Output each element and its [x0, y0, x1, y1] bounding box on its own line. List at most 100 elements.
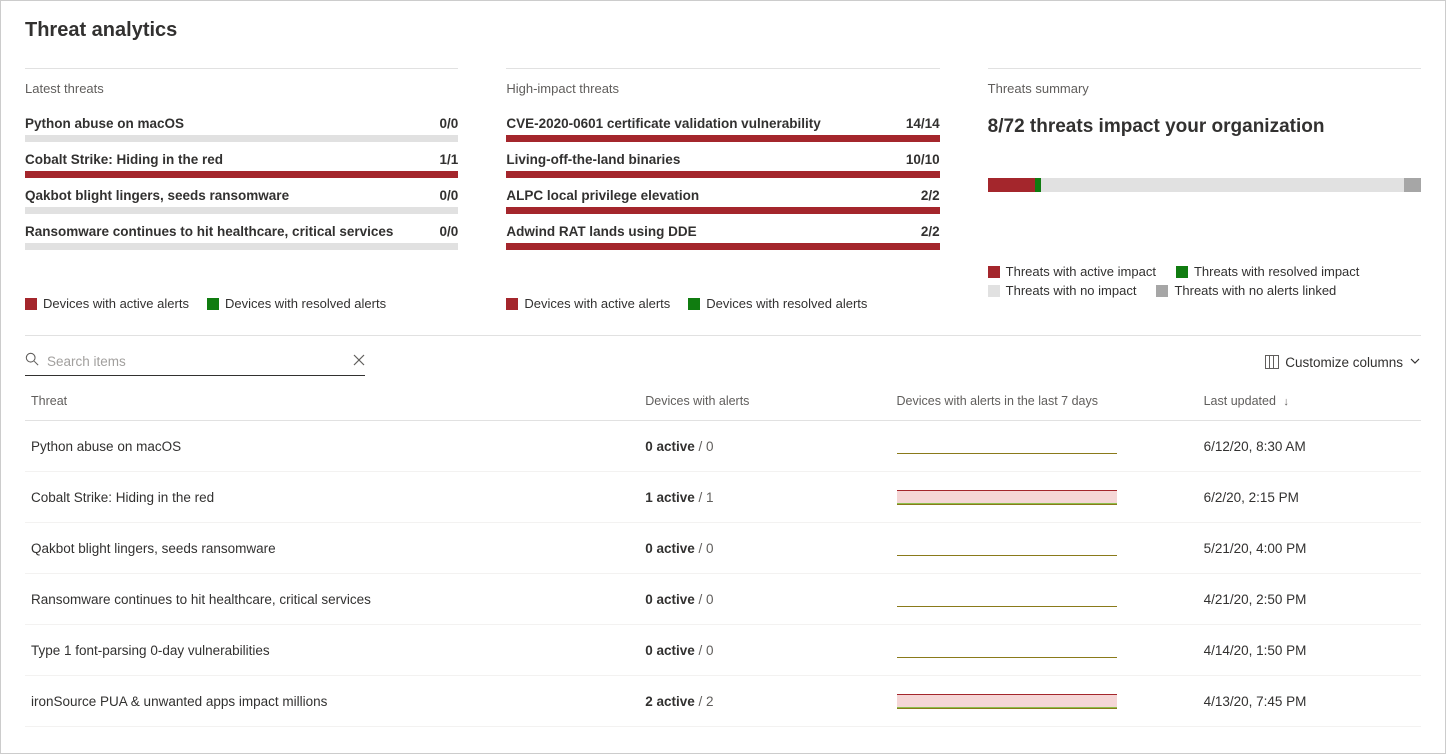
threat-item[interactable]: CVE-2020-0601 certificate validation vul… [506, 116, 939, 142]
search-input-wrapper[interactable] [25, 348, 365, 376]
legend-label: Threats with no impact [1006, 283, 1137, 298]
threat-bar-fill [506, 207, 939, 214]
legend-label: Threats with active impact [1006, 264, 1156, 279]
clear-search-icon[interactable] [353, 353, 365, 371]
cell-total-count: / 2 [695, 694, 714, 709]
threat-ratio: 1/1 [440, 152, 459, 167]
threat-item[interactable]: Adwind RAT lands using DDE2/2 [506, 224, 939, 250]
threat-item[interactable]: Living-off-the-land binaries 10/10 [506, 152, 939, 178]
legend-swatch-icon [988, 285, 1000, 297]
legend-summary: Threats with active impact Threats with … [988, 264, 1421, 298]
threat-ratio: 10/10 [906, 152, 940, 167]
threat-item[interactable]: Python abuse on macOS0/0 [25, 116, 458, 142]
cell-threat-name: Ransomware continues to hit healthcare, … [25, 574, 639, 625]
threat-bar-fill [506, 171, 939, 178]
cell-sparkline [891, 523, 1198, 574]
threat-bar [506, 171, 939, 178]
customize-columns-button[interactable]: Customize columns [1265, 355, 1421, 370]
cell-total-count: / 0 [695, 439, 714, 454]
threat-bar [25, 171, 458, 178]
cell-active-count: 0 active [645, 592, 695, 607]
threat-bar [506, 243, 939, 250]
threat-bar [506, 135, 939, 142]
sparkline [897, 437, 1117, 455]
table-row[interactable]: Python abuse on macOS 0 active / 0 6/12/20… [25, 421, 1421, 472]
cell-active-count: 0 active [645, 439, 695, 454]
threat-item[interactable]: Qakbot blight lingers, seeds ransomware 0… [25, 188, 458, 214]
cell-sparkline [891, 472, 1198, 523]
cell-total-count: / 1 [695, 490, 714, 505]
summary-seg-active [988, 178, 1036, 192]
cell-total-count: / 0 [695, 643, 714, 658]
panel-title: Latest threats [25, 81, 458, 96]
threat-bar-fill [506, 243, 939, 250]
summary-seg-noimpact [1041, 178, 1404, 192]
panel-title: Threats summary [988, 81, 1421, 96]
col-header-threat[interactable]: Threat [25, 384, 639, 421]
page-title: Threat analytics [25, 19, 1421, 42]
cell-threat-name: Qakbot blight lingers, seeds ransomware [25, 523, 639, 574]
customize-columns-label: Customize columns [1285, 355, 1403, 370]
threat-bar [25, 243, 458, 250]
table-row[interactable]: Qakbot blight lingers, seeds ransomware0… [25, 523, 1421, 574]
legend-label: Devices with resolved alerts [706, 296, 867, 311]
cell-active-count: 1 active [645, 490, 695, 505]
cell-last-updated: 4/21/20, 2:50 PM [1198, 574, 1421, 625]
cell-sparkline [891, 625, 1198, 676]
threat-ratio: 2/2 [921, 188, 940, 203]
threat-item[interactable]: ALPC local privilege elevation 2/2 [506, 188, 939, 214]
sparkline [897, 488, 1117, 506]
cell-threat-name: Python abuse on macOS [25, 421, 639, 472]
col-header-devices-alerts[interactable]: Devices with alerts [639, 384, 890, 421]
cell-sparkline [891, 574, 1198, 625]
cell-devices-alerts: 0 active / 0 [639, 523, 890, 574]
panel-threats-summary: Threats summary 8/72 threats impact your… [988, 68, 1421, 311]
threat-name: Ransomware continues to hit healthcare, … [25, 224, 393, 239]
table-row[interactable]: Type 1 font-parsing 0-day vulnerabilitie… [25, 625, 1421, 676]
col-header-last-updated[interactable]: Last updated ↓ [1198, 384, 1421, 421]
legend-latest: Devices with active alerts Devices with … [25, 296, 458, 311]
legend-label: Devices with resolved alerts [225, 296, 386, 311]
legend-swatch-icon [1156, 285, 1168, 297]
col-header-devices-7d[interactable]: Devices with alerts in the last 7 days [891, 384, 1198, 421]
cell-last-updated: 4/13/20, 7:45 PM [1198, 676, 1421, 727]
legend-label: Threats with no alerts linked [1174, 283, 1336, 298]
summary-seg-noalerts [1404, 178, 1421, 192]
threat-ratio: 0/0 [440, 116, 459, 131]
threat-name: Qakbot blight lingers, seeds ransomware [25, 188, 289, 203]
summary-headline: 8/72 threats impact your organization [988, 116, 1421, 138]
legend-swatch-active-icon [25, 298, 37, 310]
cell-sparkline [891, 676, 1198, 727]
legend-swatch-icon [988, 266, 1000, 278]
cell-devices-alerts: 0 active / 0 [639, 574, 890, 625]
cell-devices-alerts: 1 active / 1 [639, 472, 890, 523]
cell-total-count: / 0 [695, 592, 714, 607]
sparkline [897, 539, 1117, 557]
search-input[interactable] [47, 354, 345, 369]
panel-high-impact-threats: High-impact threats CVE-2020-0601 certif… [506, 68, 939, 311]
threat-name: ALPC local privilege elevation [506, 188, 699, 203]
cell-last-updated: 6/12/20, 8:30 AM [1198, 421, 1421, 472]
threat-ratio: 0/0 [440, 188, 459, 203]
threat-item[interactable]: Ransomware continues to hit healthcare, … [25, 224, 458, 250]
sparkline [897, 692, 1117, 710]
cell-active-count: 0 active [645, 541, 695, 556]
cell-last-updated: 5/21/20, 4:00 PM [1198, 523, 1421, 574]
panel-latest-threats: Latest threats Python abuse on macOS0/0 C… [25, 68, 458, 311]
legend-swatch-icon [1176, 266, 1188, 278]
threat-name: Living-off-the-land binaries [506, 152, 680, 167]
threat-item[interactable]: Cobalt Strike: Hiding in the red1/1 [25, 152, 458, 178]
threat-name: CVE-2020-0601 certificate validation vul… [506, 116, 820, 131]
sort-descending-icon: ↓ [1283, 396, 1289, 408]
table-row[interactable]: Cobalt Strike: Hiding in the red1 active… [25, 472, 1421, 523]
col-header-label: Last updated [1204, 394, 1276, 408]
legend-swatch-resolved-icon [688, 298, 700, 310]
summary-bar [988, 178, 1421, 192]
search-icon [25, 352, 39, 371]
threat-name: Adwind RAT lands using DDE [506, 224, 696, 239]
table-row[interactable]: ironSource PUA & unwanted apps impact mi… [25, 676, 1421, 727]
cell-sparkline [891, 421, 1198, 472]
table-row[interactable]: Ransomware continues to hit healthcare, … [25, 574, 1421, 625]
legend-swatch-resolved-icon [207, 298, 219, 310]
sparkline [897, 590, 1117, 608]
